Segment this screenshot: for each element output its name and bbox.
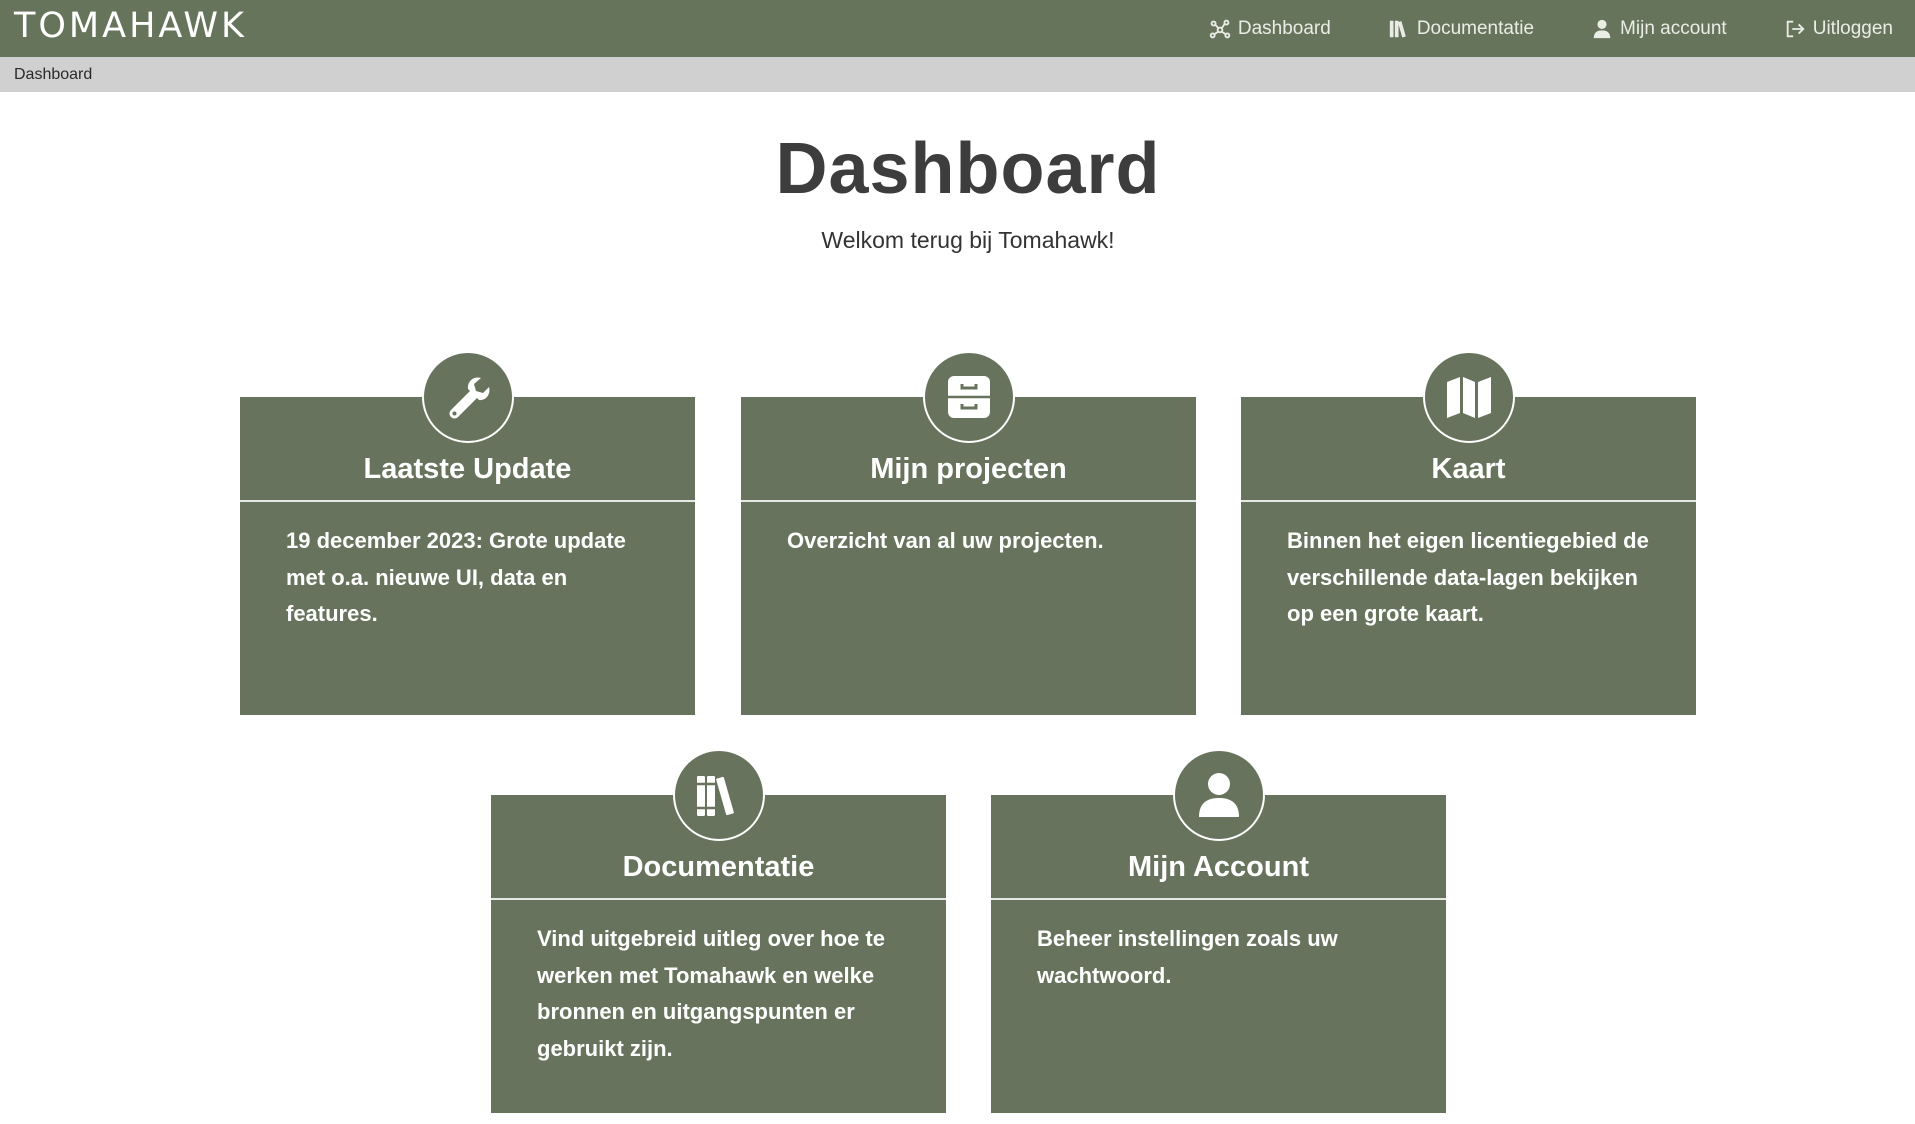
card-title: Kaart xyxy=(1431,453,1506,485)
books-icon xyxy=(1389,20,1406,37)
card-divider xyxy=(1241,500,1696,502)
nav-item-mijn-account[interactable]: Mijn account xyxy=(1591,18,1727,40)
card-description: Overzicht van al uw projecten. xyxy=(787,528,1104,553)
user-icon xyxy=(1593,19,1611,38)
card-documentatie[interactable]: Documentatie Vind uitgebreid uitleg over… xyxy=(491,749,946,1113)
card-divider xyxy=(240,500,695,502)
card-description: Binnen het eigen licentiegebied de versc… xyxy=(1287,528,1649,626)
card-description: Beheer instellingen zoals uw wachtwoord. xyxy=(1037,926,1338,988)
page-title: Dashboard xyxy=(775,129,1161,209)
logout-icon xyxy=(1786,20,1805,37)
nav-item-documentatie[interactable]: Documentatie xyxy=(1388,18,1534,40)
card-title: Documentatie xyxy=(622,851,815,883)
page-subtitle: Welkom terug bij Tomahawk! xyxy=(821,227,1115,253)
card-divider xyxy=(741,500,1196,502)
card-kaart[interactable]: Kaart Binnen het eigen licentiegebied de… xyxy=(1241,351,1696,715)
books-icon xyxy=(696,776,734,816)
network-icon xyxy=(1209,19,1231,38)
card-mijn-projecten[interactable]: Mijn projecten Overzicht van al uw proje… xyxy=(741,351,1196,715)
map-icon xyxy=(1446,377,1491,418)
top-navbar: TOMAHAWK Dashboard Documentatie Mijn acc… xyxy=(0,0,1915,57)
card-mijn-account[interactable]: Mijn Account Beheer instellingen zoals u… xyxy=(991,749,1446,1113)
card-title: Mijn Account xyxy=(1128,851,1309,883)
archive-icon xyxy=(947,376,990,418)
card-divider xyxy=(491,898,946,900)
nav-item-label: Dashboard xyxy=(1237,17,1331,39)
nav-item-label: Documentatie xyxy=(1416,17,1535,39)
card-title: Laatste Update xyxy=(363,453,572,485)
card-icon-circle xyxy=(672,749,765,841)
main-nav: Dashboard Documentatie Mijn account Uitl… xyxy=(1209,0,1893,57)
card-icon-circle xyxy=(1172,749,1265,841)
card-icon-circle xyxy=(1422,351,1515,443)
nav-item-label: Uitloggen xyxy=(1812,17,1893,39)
card-laatste-update[interactable]: Laatste Update 19 december 2023: Grote u… xyxy=(240,351,695,715)
card-description: 19 december 2023: Grote update met o.a. … xyxy=(286,528,626,626)
wrench-icon xyxy=(449,377,489,419)
card-divider xyxy=(991,898,1446,900)
breadcrumb: Dashboard xyxy=(0,57,1915,92)
card-description: Vind uitgebreid uitleg over hoe te werke… xyxy=(537,926,885,1061)
nav-item-uitloggen[interactable]: Uitloggen xyxy=(1784,18,1893,40)
brand-logo[interactable]: TOMAHAWK xyxy=(14,4,247,48)
card-title: Mijn projecten xyxy=(870,453,1067,485)
user-icon xyxy=(1198,773,1239,817)
nav-item-dashboard[interactable]: Dashboard xyxy=(1209,18,1331,40)
nav-item-label: Mijn account xyxy=(1620,17,1727,39)
card-icon-circle xyxy=(421,351,514,443)
card-icon-circle xyxy=(922,351,1015,443)
breadcrumb-current[interactable]: Dashboard xyxy=(14,66,92,84)
